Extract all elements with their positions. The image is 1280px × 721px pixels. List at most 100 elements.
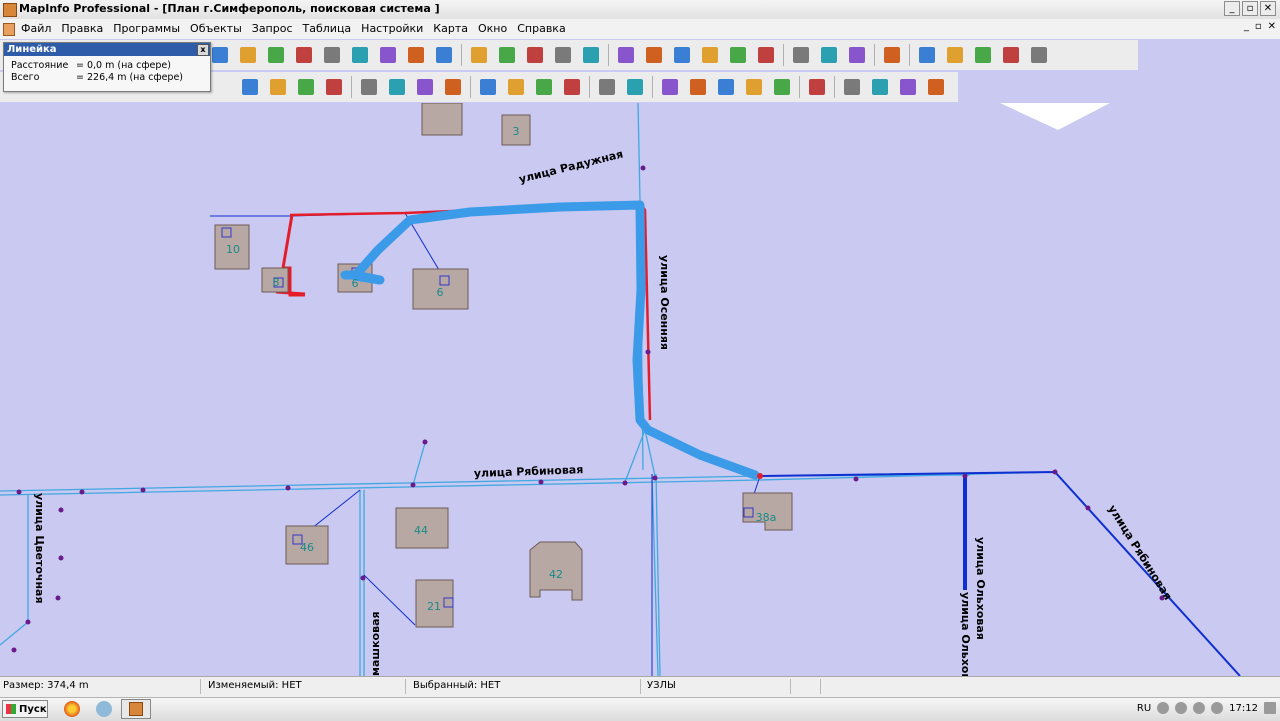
print-icon <box>730 47 746 63</box>
toolbar-separator <box>470 76 471 98</box>
mapinfo-app-icon[interactable] <box>3 3 17 17</box>
house-button[interactable] <box>404 43 428 67</box>
clip-button[interactable] <box>714 75 738 99</box>
home-button[interactable] <box>805 75 829 99</box>
ruler-distance-row: Расстояние = 0,0 m (на сфере) <box>4 60 210 72</box>
undo-button[interactable] <box>880 43 904 67</box>
symbol-icon <box>352 47 368 63</box>
drag-map-button[interactable] <box>413 75 437 99</box>
map-window[interactable]: улица Радужная улица Осенняя улица Рябин… <box>0 103 1280 676</box>
menu-help[interactable]: Справка <box>512 22 570 35</box>
statistics-button[interactable] <box>560 75 584 99</box>
polygon-button[interactable] <box>292 43 316 67</box>
zoom-out-button[interactable] <box>266 75 290 99</box>
arrow-up-button[interactable] <box>868 75 892 99</box>
export-button[interactable] <box>579 43 603 67</box>
layout-window-button[interactable] <box>999 43 1023 67</box>
menu-options[interactable]: Настройки <box>356 22 428 35</box>
text-button[interactable] <box>236 43 260 67</box>
save-as-button[interactable] <box>642 43 666 67</box>
map-window-button[interactable] <box>943 43 967 67</box>
select-button[interactable] <box>595 75 619 99</box>
rectangle-button[interactable] <box>264 43 288 67</box>
menu-map[interactable]: Карта <box>428 22 473 35</box>
ruler-button[interactable] <box>504 75 528 99</box>
building-38a: 38а <box>756 511 777 524</box>
symbol-button[interactable] <box>348 43 372 67</box>
folder-button[interactable] <box>670 43 694 67</box>
hotlink-button[interactable] <box>441 75 465 99</box>
menu-window[interactable]: Окно <box>473 22 512 35</box>
layout-button[interactable] <box>698 43 722 67</box>
layer-control-button[interactable] <box>476 75 500 99</box>
open-folder-button[interactable] <box>495 43 519 67</box>
menu-edit[interactable]: Правка <box>56 22 108 35</box>
network-icon[interactable] <box>1175 702 1188 714</box>
close-button[interactable]: ✕ <box>1260 1 1276 16</box>
tray-arrow-icon[interactable] <box>1157 702 1170 714</box>
ruler-close-button[interactable]: x <box>197 44 209 56</box>
maximize-button[interactable]: ▫ <box>1242 1 1258 16</box>
draw-line-button[interactable] <box>376 43 400 67</box>
taskbar-mapinfo-button[interactable] <box>121 699 151 719</box>
label-button[interactable] <box>385 75 409 99</box>
street-label-olkhovaya-2: улица Ольховая <box>959 592 972 676</box>
label-icon <box>389 79 405 95</box>
list-button[interactable] <box>770 75 794 99</box>
legend-icon <box>536 79 552 95</box>
boundary-select-button[interactable] <box>658 75 682 99</box>
copy-button[interactable] <box>817 43 841 67</box>
font-button[interactable] <box>432 43 456 67</box>
map-canvas[interactable]: улица Радужная улица Осенняя улица Рябин… <box>0 103 1280 676</box>
arrow-left-button[interactable] <box>896 75 920 99</box>
show-desktop-icon[interactable] <box>1264 702 1276 714</box>
info-button[interactable] <box>357 75 381 99</box>
paste-button[interactable] <box>845 43 869 67</box>
measured-route <box>340 200 760 480</box>
reshape-button[interactable] <box>320 43 344 67</box>
ruler-total-row: Всего = 226,4 m (на сфере) <box>4 72 210 84</box>
status-nodes: УЗЛЫ <box>647 680 676 691</box>
language-indicator[interactable]: RU <box>1137 703 1151 714</box>
menu-query[interactable]: Запрос <box>247 22 298 35</box>
mdi-close-button[interactable]: ✕ <box>1268 21 1276 32</box>
mdi-minimize-button[interactable]: _ <box>1244 21 1249 32</box>
explorer-icon[interactable] <box>96 701 112 717</box>
browser-button[interactable] <box>915 43 939 67</box>
pan-hand-button[interactable] <box>322 75 346 99</box>
new-table-button[interactable] <box>467 43 491 67</box>
pdf-icon <box>758 47 774 63</box>
toolbar-separator <box>874 44 875 66</box>
map-blank-area <box>1000 103 1110 130</box>
redistrict-button[interactable] <box>1027 43 1051 67</box>
power-icon[interactable] <box>1211 702 1224 714</box>
tool-button[interactable] <box>742 75 766 99</box>
clock[interactable]: 17:12 <box>1229 703 1258 714</box>
volume-icon[interactable] <box>1193 702 1206 714</box>
ruler-window[interactable]: Линейка x Расстояние = 0,0 m (на сфере) … <box>3 42 211 92</box>
menu-table[interactable]: Таблица <box>298 22 357 35</box>
zoom-in-button[interactable] <box>238 75 262 99</box>
arrow-down-button[interactable] <box>924 75 948 99</box>
line-style-button[interactable] <box>208 43 232 67</box>
start-button[interactable]: Пуск <box>2 700 48 718</box>
mdi-restore-button[interactable]: ▫ <box>1255 21 1262 32</box>
radius-select-button[interactable] <box>623 75 647 99</box>
menu-file[interactable]: Файл <box>16 22 56 35</box>
print-button[interactable] <box>726 43 750 67</box>
menu-programs[interactable]: Программы <box>108 22 185 35</box>
graph-button[interactable] <box>971 43 995 67</box>
legend-button[interactable] <box>532 75 556 99</box>
menu-objects[interactable]: Объекты <box>185 22 247 35</box>
cosmetic-button[interactable] <box>686 75 710 99</box>
arrow-right-button[interactable] <box>840 75 864 99</box>
firefox-icon[interactable] <box>64 701 80 717</box>
pdf-button[interactable] <box>754 43 778 67</box>
document-icon[interactable] <box>3 23 15 36</box>
grid-button[interactable] <box>551 43 575 67</box>
minimize-button[interactable]: _ <box>1224 1 1240 16</box>
save-button[interactable] <box>614 43 638 67</box>
cut-button[interactable] <box>789 43 813 67</box>
open-workspace-button[interactable] <box>523 43 547 67</box>
change-view-button[interactable] <box>294 75 318 99</box>
